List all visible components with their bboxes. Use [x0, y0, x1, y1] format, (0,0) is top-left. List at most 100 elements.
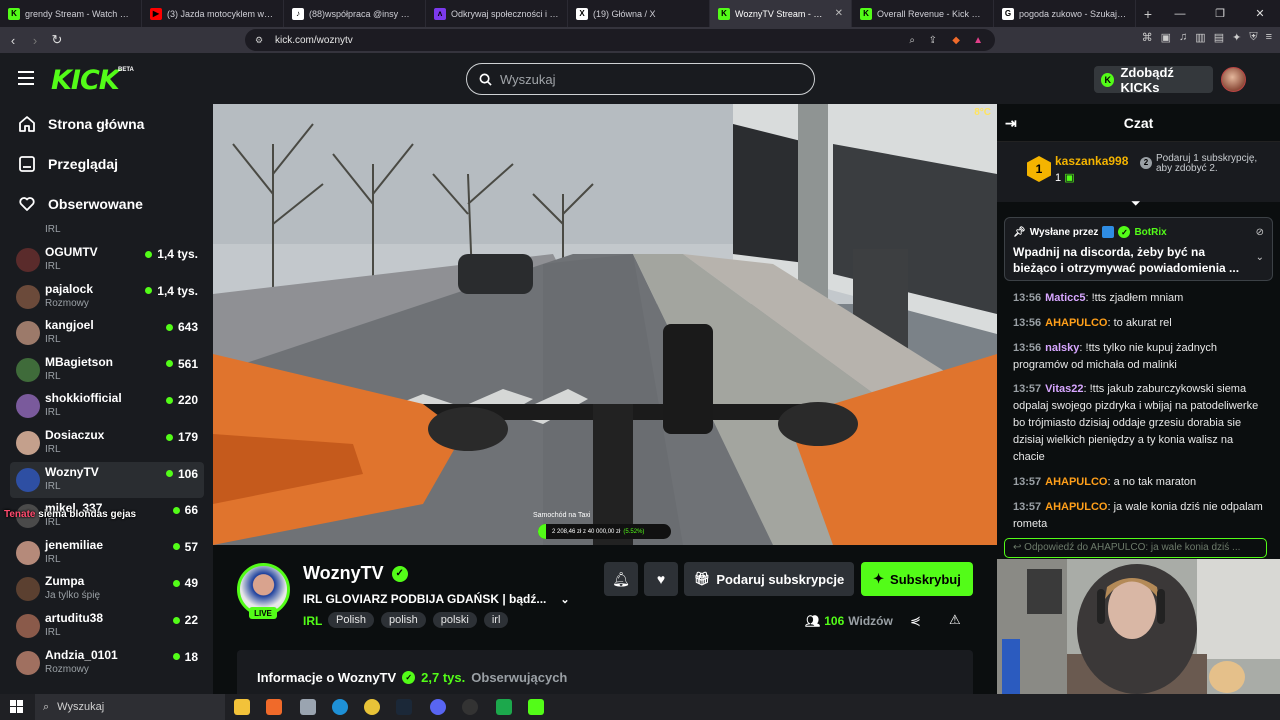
stream-tag[interactable]: irl [483, 612, 509, 628]
chat-message[interactable]: 13:56 AHAPULCO: to akurat rel [1013, 315, 1266, 332]
reply-indicator[interactable]: ↩ Odpowiedź do AHAPULCO: ja wale konia d… [1004, 538, 1267, 558]
search-input[interactable]: Wyszukaj [466, 63, 815, 95]
chat-message[interactable]: 13:57 AHAPULCO: ja wale konia dziś nie od… [1013, 499, 1266, 533]
get-kicks-button[interactable]: K Zdobądź KICKs [1094, 65, 1213, 95]
streamer-name[interactable]: WoznyTV [303, 563, 384, 584]
browser-tab[interactable]: ♪ (88)współpraca @insy @clipzz [284, 0, 426, 27]
channel-avatar [16, 577, 40, 602]
sidebar-channel-item[interactable]: jenemiliae IRL 57 [10, 535, 204, 571]
screenshot-icon[interactable]: ▣ [1161, 31, 1171, 44]
sidebar-channel-item[interactable]: artuditu38 IRL 22 [10, 608, 204, 644]
sidebar-toggle-icon[interactable]: ▥ [1195, 31, 1205, 44]
message-username[interactable]: AHAPULCO [1045, 317, 1107, 329]
leader-username[interactable]: kaszanka998 [1055, 154, 1128, 168]
wallet-icon[interactable]: ▤ [1214, 31, 1224, 44]
message-username[interactable]: Vitas22 [1045, 383, 1083, 395]
gift-subscription-button[interactable]: 🎁︎ Podaruj subskrypcje [684, 562, 854, 596]
steam-icon[interactable] [396, 699, 412, 715]
follow-button[interactable]: ♥ [644, 562, 678, 596]
expand-title-chevron-icon[interactable]: ⌄ [560, 593, 569, 606]
stream-tag[interactable]: Polish [328, 612, 374, 628]
zoom-icon[interactable]: ⌕ [909, 35, 915, 46]
site-info-icon[interactable]: ⚙ [255, 35, 263, 46]
chat-message[interactable]: 13:56 nalsky: !tts tylko nie kupuj żadnyc… [1013, 340, 1266, 374]
browser-tab[interactable]: Kgrendy Stream - Watch Live on [0, 0, 142, 27]
forward-button[interactable]: › [24, 29, 46, 51]
brave-icon[interactable] [266, 699, 282, 715]
taskbar-search[interactable]: ⌕ Wyszukaj [35, 694, 225, 720]
browser-tab[interactable]: ʌ Odkrywaj społeczności i produ [426, 0, 568, 27]
back-button[interactable]: ‹ [2, 29, 24, 51]
close-tab-icon[interactable]: ✕ [835, 8, 843, 19]
share-page-icon[interactable]: ⇪ [929, 35, 937, 46]
maximize-button[interactable]: ❐ [1200, 0, 1240, 27]
message-username[interactable]: AHAPULCO [1045, 476, 1107, 488]
media-player-icon[interactable] [496, 699, 512, 715]
stream-tag[interactable]: polish [380, 612, 426, 628]
brave-shields-icon[interactable]: ◆ [952, 35, 960, 46]
stream-tag[interactable]: polski [432, 612, 477, 628]
sidebar-channel-item[interactable]: Andzia_0101 Rozmowy 18 [10, 645, 204, 681]
browser-tab[interactable]: ▶ (3) Jazda motocyklem w korku [142, 0, 284, 27]
chat-message[interactable]: 13:57 AHAPULCO: a no tak maraton [1013, 474, 1266, 491]
leo-icon[interactable]: ✦ [1232, 31, 1241, 44]
kick-app-icon[interactable] [528, 699, 544, 715]
vpn-icon[interactable]: ⛨ [1249, 31, 1257, 44]
chrome-icon[interactable] [364, 699, 380, 715]
media-icon[interactable]: ♫ [1179, 31, 1187, 44]
browser-tab[interactable]: X (19) Główna / X [568, 0, 710, 27]
message-username[interactable]: nalsky [1045, 342, 1079, 354]
browser-tab[interactable]: K Overall Revenue - Kick Dashbo [852, 0, 994, 27]
sidebar-channel-item[interactable]: Zumpa Ja tylko śpię 49 [10, 571, 204, 607]
sidebar-channel-item[interactable]: shokkiofficial IRL 220 [10, 388, 204, 424]
reload-button[interactable]: ↻ [46, 29, 68, 51]
browser-tab[interactable]: K WoznyTV Stream - Watc ✕ [710, 0, 852, 27]
sidebar-channel-item[interactable]: OGUMTV IRL 1,4 tys. [10, 242, 204, 278]
windows-start-icon[interactable] [10, 700, 24, 714]
url-field[interactable]: ⚙ kick.com/woznytv ⌕ ⇪ ◆ ▲ [245, 29, 995, 51]
message-username[interactable]: Maticc5 [1045, 292, 1085, 304]
chat-message[interactable]: 13:56 Maticc5: !tts zjadłem mniam [1013, 290, 1266, 307]
nav-browse[interactable]: Przeglądaj [18, 155, 118, 173]
stream-info: LIVE WoznyTV ✓ IRL GLOVIARZ PODBIJA GDAŃ… [213, 545, 997, 700]
hamburger-menu-icon[interactable] [18, 71, 34, 89]
chat-filter-icon[interactable]: ⏷ [1131, 196, 1141, 211]
video-player[interactable]: 8°C Samochód na Taxi 2 208,46 zł z 40 00… [213, 104, 997, 545]
close-window-button[interactable]: ✕ [1240, 0, 1280, 27]
kick-logo[interactable]: KICK [51, 65, 120, 96]
notifications-button[interactable]: 🔔︎ [604, 562, 638, 596]
stream-category[interactable]: IRL [303, 614, 322, 628]
discord-icon[interactable] [430, 699, 446, 715]
edge-icon[interactable] [332, 699, 348, 715]
message-username[interactable]: AHAPULCO [1045, 501, 1107, 513]
search-icon: ⌕ [43, 700, 50, 713]
gift-icon: 🎁︎ [693, 571, 711, 586]
subscribe-button[interactable]: ✦ Subskrybuj [861, 562, 973, 596]
sidebar-channel-item[interactable]: pajalock Rozmowy 1,4 tys. [10, 279, 204, 315]
obs-icon[interactable] [462, 699, 478, 715]
app-icon[interactable] [300, 699, 316, 715]
collapse-chat-icon[interactable]: ⇥ [1005, 115, 1017, 132]
channel-avatar [16, 321, 40, 346]
browser-tab[interactable]: Gpogoda zukowo - Szukaj w Go [994, 0, 1136, 27]
sidebar-channel-item[interactable]: Dosiaczux IRL 179 [10, 425, 204, 461]
pinned-username[interactable]: BotRix [1134, 227, 1166, 238]
menu-icon[interactable]: ≡ [1266, 31, 1272, 44]
nav-following[interactable]: Obserwowane [18, 195, 143, 213]
file-explorer-icon[interactable] [234, 699, 250, 715]
hide-pin-icon[interactable]: ⊘ [1256, 227, 1264, 238]
user-avatar[interactable] [1221, 67, 1246, 92]
minimize-button[interactable]: — [1160, 0, 1200, 27]
chat-message[interactable]: 13:57 Vitas22: !tts jakub zaburczykowski … [1013, 381, 1266, 466]
search-icon [479, 73, 492, 86]
share-icon[interactable]: ⋞ [910, 613, 921, 629]
sidebar-channel-item[interactable]: kangjoel IRL 643 [10, 315, 204, 351]
extensions-icon[interactable]: ⌘ [1142, 31, 1153, 44]
report-icon[interactable]: ⚠ [949, 612, 961, 628]
new-tab-button[interactable]: + [1136, 0, 1160, 27]
sidebar-channel-item[interactable]: MBagietson IRL 561 [10, 352, 204, 388]
nav-home[interactable]: Strona główna [18, 115, 144, 133]
sidebar-channel-item[interactable]: WoznyTV IRL 106 [10, 461, 204, 498]
brave-rewards-icon[interactable]: ▲ [973, 35, 983, 46]
expand-pin-chevron-icon[interactable]: ⌄ [1256, 252, 1264, 263]
